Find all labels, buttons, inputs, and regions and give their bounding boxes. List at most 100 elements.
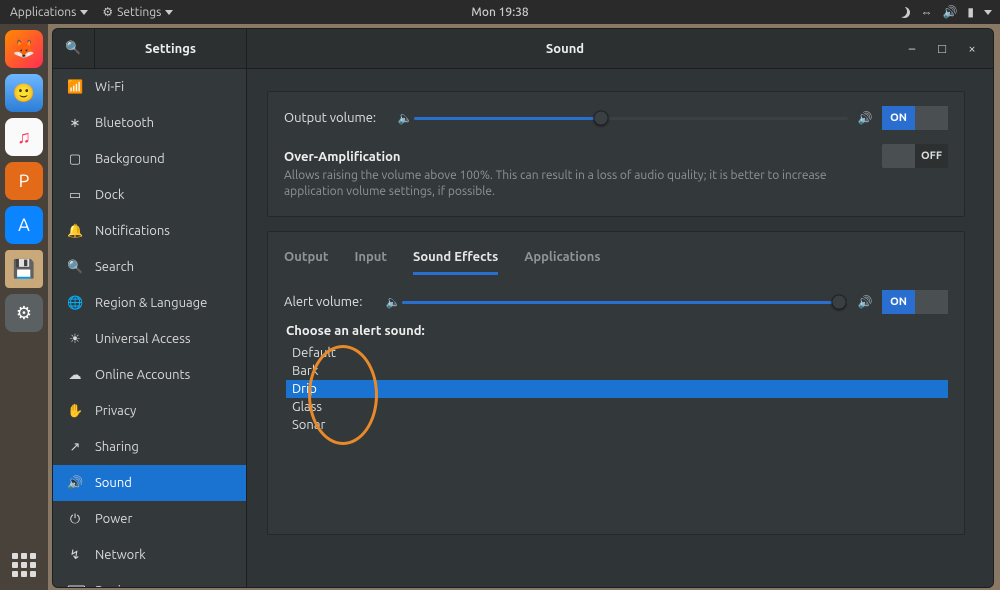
speaker-low-icon: 🔈 — [396, 111, 414, 125]
sidebar-icon: ⌨ — [67, 584, 83, 588]
sidebar-title: Settings — [95, 42, 246, 56]
sidebar-item-label: Wi-Fi — [95, 80, 124, 94]
chevron-down-icon — [80, 10, 88, 15]
search-icon: 🔍 — [65, 41, 81, 56]
sidebar-item-notifications[interactable]: 🔔 Notifications — [53, 213, 246, 249]
sidebar-item-label: Online Accounts — [95, 368, 190, 382]
switch-on-label: ON — [882, 290, 915, 314]
alert-item[interactable]: Bark — [286, 362, 948, 380]
alert-item[interactable]: Sonar — [286, 416, 948, 434]
show-applications-button[interactable] — [9, 550, 39, 580]
sidebar-icon: ☁ — [67, 368, 83, 383]
night-light-icon — [899, 7, 910, 18]
sidebar-item-label: Background — [95, 152, 165, 166]
system-tray[interactable]: ⇔ 🔊 ▮ — [899, 5, 992, 19]
output-switch[interactable]: ON — [882, 106, 948, 130]
chevron-down-icon — [165, 10, 173, 15]
sidebar-item-search[interactable]: 🔍 Search — [53, 249, 246, 285]
sidebar-icon: 🔔 — [67, 224, 83, 239]
sidebar-icon: ⏻ — [67, 512, 83, 527]
sidebar-item-devices[interactable]: ⌨ Devices › — [53, 573, 246, 587]
sidebar-item-label: Dock — [95, 188, 124, 202]
sidebar-icon: 🔍 — [67, 260, 83, 275]
maximize-button[interactable]: □ — [933, 40, 951, 58]
sidebar-item-label: Sound — [95, 476, 132, 490]
titlebar: 🔍 Settings Sound – □ × — [53, 29, 993, 69]
sidebar-item-label: Region & Language — [95, 296, 207, 310]
over-amplification-switch[interactable]: OFF — [882, 144, 948, 168]
sidebar-icon: ▢ — [67, 152, 83, 167]
dock-app-settings[interactable]: ⚙ — [5, 294, 43, 332]
speaker-high-icon: 🔊 — [856, 111, 874, 125]
choose-alert-title: Choose an alert sound: — [286, 324, 948, 338]
alert-volume-label: Alert volume: — [284, 295, 384, 309]
settings-window: 🔍 Settings Sound – □ × 📶 Wi-Fi ∗ Bluetooth ▢… — [52, 28, 994, 588]
chevron-down-icon — [984, 10, 992, 15]
tab-input[interactable]: Input — [354, 246, 387, 275]
dock-app-finder[interactable]: 🙂 — [5, 74, 43, 112]
dock-app-appstore[interactable]: A — [5, 206, 43, 244]
page-title: Sound — [247, 29, 883, 68]
sidebar-item-label: Notifications — [95, 224, 170, 238]
sidebar-item-label: Bluetooth — [95, 116, 154, 130]
over-amplification-title: Over-Amplification — [284, 150, 872, 164]
sidebar-icon: ☀ — [67, 332, 83, 347]
sidebar-item-label: Devices — [95, 584, 140, 587]
sidebar-item-sharing[interactable]: ↗Sharing — [53, 429, 246, 465]
switch-on-label: ON — [882, 106, 915, 130]
sidebar-icon: 📶 — [67, 80, 83, 95]
sidebar-item-sound[interactable]: 🔊 Sound — [53, 465, 246, 501]
sidebar-item-label: Search — [95, 260, 134, 274]
sidebar-item-privacy[interactable]: ✋ Privacy — [53, 393, 246, 429]
search-button[interactable]: 🔍 — [53, 29, 95, 68]
network-icon: ⇔ — [920, 5, 932, 19]
sidebar-icon: ↯ — [67, 548, 83, 563]
sidebar-icon: ∗ — [67, 116, 83, 131]
sidebar-icon: ✋ — [67, 404, 83, 419]
sidebar-item-power[interactable]: ⏻ Power — [53, 501, 246, 537]
minimize-button[interactable]: – — [903, 40, 921, 58]
sidebar-item-label: Network — [95, 548, 146, 562]
clock[interactable]: Mon 19:38 — [471, 6, 528, 19]
tab-output[interactable]: Output — [284, 246, 328, 275]
sidebar-item-dock[interactable]: ▭Dock — [53, 177, 246, 213]
output-volume-slider[interactable] — [414, 111, 848, 125]
sidebar-icon: 🔊 — [67, 476, 83, 491]
alert-item[interactable]: Drip — [286, 380, 948, 398]
content: Output volume: 🔈 🔊 ON Over-Amplification… — [247, 69, 993, 587]
sidebar-item-region-language[interactable]: 🌐Region & Language — [53, 285, 246, 321]
tab-applications[interactable]: Applications — [524, 246, 600, 275]
alert-list: DefaultBarkDripGlassSonar — [286, 344, 948, 434]
alert-item[interactable]: Glass — [286, 398, 948, 416]
alert-volume-slider[interactable] — [402, 295, 848, 309]
speaker-low-icon: 🔈 — [384, 295, 402, 309]
sidebar-item-universal-access[interactable]: ☀ Universal Access — [53, 321, 246, 357]
dock-app-music[interactable]: ♫ — [5, 118, 43, 156]
sidebar-item-label: Privacy — [95, 404, 136, 418]
applications-menu[interactable]: Applications — [10, 6, 88, 19]
sidebar-item-bluetooth[interactable]: ∗ Bluetooth — [53, 105, 246, 141]
sidebar-icon: ↗ — [67, 440, 83, 455]
chevron-right-icon: › — [233, 585, 236, 588]
sidebar-item-label: Universal Access — [95, 332, 190, 346]
sidebar-item-network[interactable]: ↯ Network — [53, 537, 246, 573]
speaker-high-icon: 🔊 — [856, 295, 874, 309]
tab-sound-effects[interactable]: Sound Effects — [413, 246, 498, 275]
active-app-label: Settings — [117, 6, 161, 19]
sidebar-item-label: Power — [95, 512, 132, 526]
sidebar-item-background[interactable]: ▢ Background — [53, 141, 246, 177]
sidebar-item-online-accounts[interactable]: ☁ Online Accounts — [53, 357, 246, 393]
dock-app-slides[interactable]: P — [5, 162, 43, 200]
close-button[interactable]: × — [963, 40, 981, 58]
output-volume-label: Output volume: — [284, 111, 396, 125]
gear-icon: ⚙ — [102, 5, 113, 19]
active-app-menu[interactable]: ⚙ Settings — [102, 5, 173, 19]
sidebar: 📶 Wi-Fi ∗ Bluetooth ▢ Background ▭Dock 🔔 Notific… — [53, 69, 247, 587]
sidebar-item-wi-fi[interactable]: 📶 Wi-Fi — [53, 69, 246, 105]
dock-app-drive[interactable]: 💾 — [5, 250, 43, 288]
applications-menu-label: Applications — [10, 6, 76, 19]
volume-icon: 🔊 — [942, 5, 957, 19]
dock-app-firefox[interactable]: 🦊 — [5, 30, 43, 68]
alert-switch[interactable]: ON — [882, 290, 948, 314]
alert-item[interactable]: Default — [286, 344, 948, 362]
